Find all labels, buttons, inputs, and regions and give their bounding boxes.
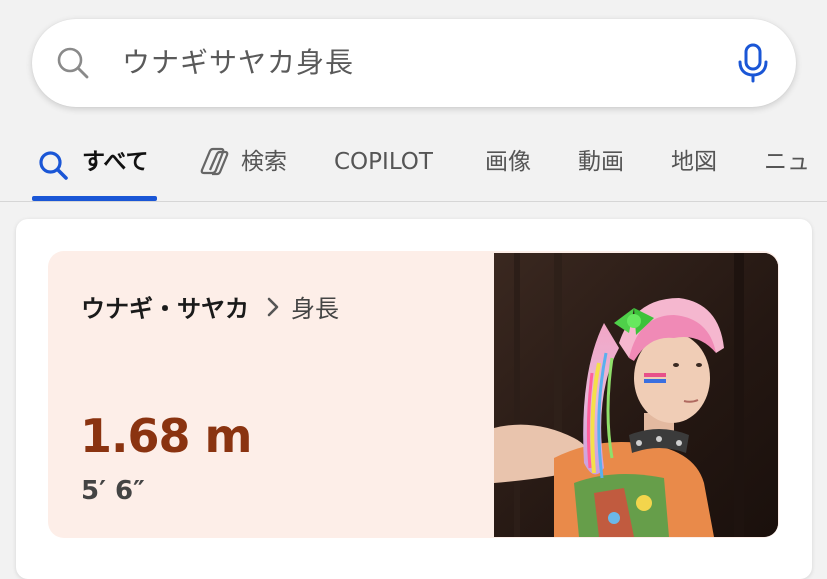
tab-label: ニュ [764,149,810,175]
copilot-icon [200,147,229,176]
tab-maps[interactable]: 地図 [671,128,717,202]
chevron-right-icon [267,297,279,316]
search-bar[interactable]: ウナギサヤカ身長 [32,19,796,107]
search-input[interactable]: ウナギサヤカ身長 [122,19,354,107]
tab-copilot[interactable]: COPILOT [334,128,433,202]
portrait-photo[interactable] [494,253,778,537]
entity-name[interactable]: ウナギ・サヤカ [81,289,249,324]
tab-images[interactable]: 画像 [485,128,531,202]
tab-label: 画像 [485,149,531,175]
breadcrumb: ウナギ・サヤカ 身長 [81,289,339,324]
tab-videos[interactable]: 動画 [578,128,624,202]
search-tabs: すべて 検索 COPILOT 画像 動画 地図 ニュ [0,128,827,202]
portrait-illustration [494,253,778,537]
tab-label: COPILOT [334,149,433,175]
height-imperial: 5′ 6″ [81,476,145,506]
active-tab-indicator [32,196,157,201]
tab-label: 地図 [671,149,717,175]
tab-label: 検索 [241,149,287,175]
answer-box[interactable]: ウナギ・サヤカ 身長 1.68 m 5′ 6″ [48,251,779,538]
tab-news[interactable]: ニュ [764,128,810,202]
search-icon [57,47,89,79]
microphone-icon[interactable] [736,43,770,83]
attribute-name: 身長 [291,295,339,323]
height-metric: 1.68 m [80,409,252,463]
search-icon [39,151,68,180]
tab-label: すべて [82,149,149,175]
tab-label: 動画 [578,149,624,175]
